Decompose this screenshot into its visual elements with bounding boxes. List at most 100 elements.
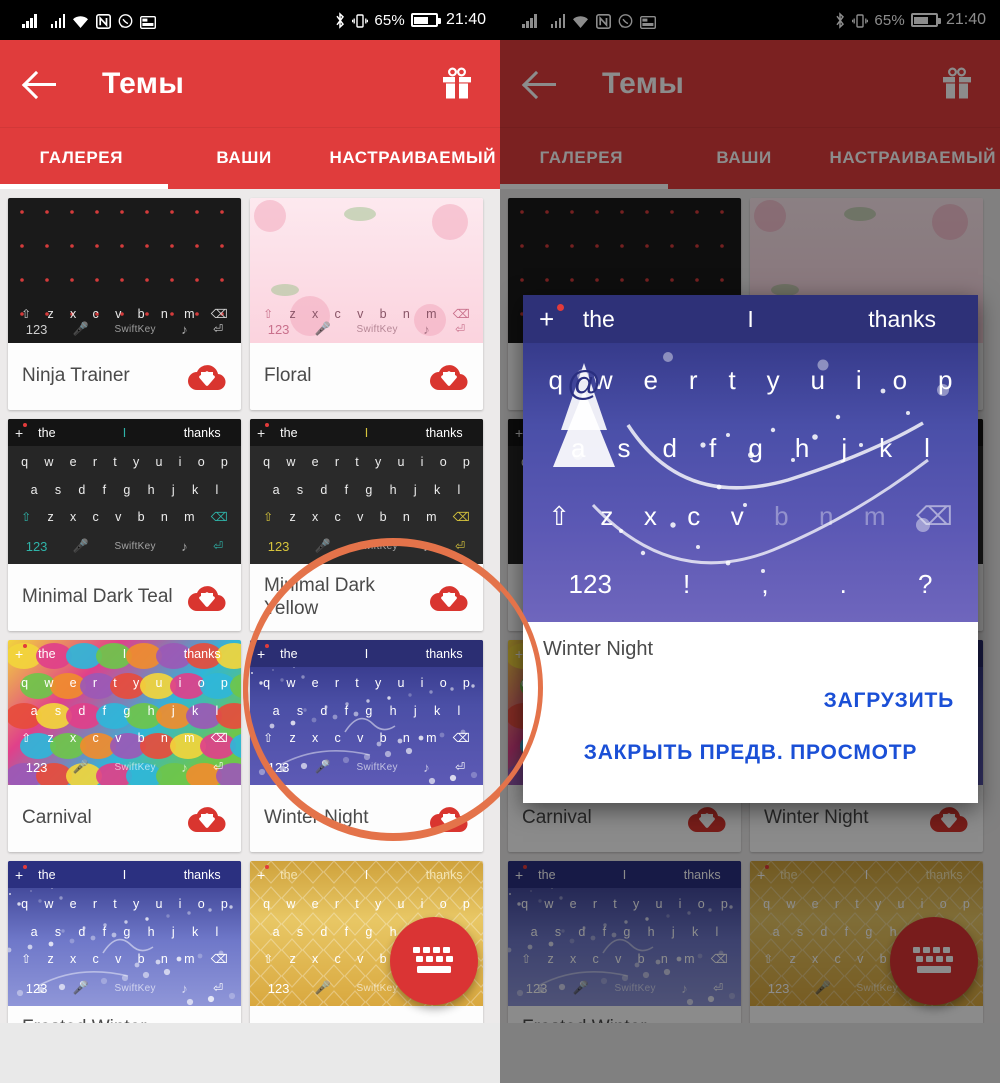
return-key: ⏎ bbox=[213, 760, 224, 775]
close-preview-button[interactable]: ЗАКРЫТЬ ПРЕДВ. ПРОСМОТР bbox=[543, 727, 958, 779]
key-l: l bbox=[215, 924, 219, 939]
suggestion-3[interactable]: thanks bbox=[405, 426, 483, 440]
tab-yours[interactable]: ВАШИ bbox=[163, 127, 326, 189]
key-q: q bbox=[21, 896, 29, 911]
theme-card[interactable]: + the I thanks qwer tyuiop a s d f g h j k l ⇧ z x… bbox=[8, 861, 241, 1023]
download-cloud-icon bbox=[188, 585, 226, 611]
suggestion-2[interactable]: I bbox=[86, 426, 164, 440]
suggestion-2[interactable]: I bbox=[328, 647, 406, 661]
tab-custom[interactable]: НАСТРАИВАЕМЫЙ bbox=[325, 127, 500, 189]
key-b: b bbox=[137, 510, 145, 525]
key-w: w bbox=[44, 454, 54, 469]
download-cloud-icon[interactable] bbox=[186, 582, 228, 614]
keyboard-row: qwer tyuiop bbox=[255, 897, 478, 911]
suggestion-3[interactable]: thanks bbox=[163, 426, 241, 440]
key-r: r bbox=[92, 454, 97, 469]
download-cloud-icon[interactable] bbox=[428, 803, 470, 835]
key-m: m bbox=[863, 500, 886, 531]
theme-preview[interactable]: ⇧ z x c v b n m ⌫ 123 🎤 SwiftKey ♪ ⏎ bbox=[8, 198, 241, 343]
key-z: z bbox=[47, 307, 54, 321]
notification-dot-icon bbox=[23, 865, 27, 869]
theme-card[interactable]: + the I thanks qwer tyuiop a s d f g h j k l ⇧ z x… bbox=[8, 640, 241, 852]
theme-card[interactable]: + the I thanks qwer tyuiop a s d f g h j k l ⇧ z x… bbox=[8, 419, 241, 631]
key-f: f bbox=[344, 482, 349, 497]
key-j: j bbox=[841, 433, 848, 464]
download-cloud-icon[interactable] bbox=[428, 582, 470, 614]
key-q: q bbox=[21, 675, 29, 690]
theme-card-footer: Minimal Dark Teal bbox=[8, 564, 241, 631]
suggestion-3[interactable]: thanks bbox=[405, 647, 483, 661]
emoji-key: ♪ bbox=[181, 980, 188, 996]
key-j: j bbox=[171, 703, 175, 718]
key-y: y bbox=[374, 454, 382, 469]
key-p: p bbox=[462, 675, 470, 690]
theme-card-footer: Ninja Trainer bbox=[8, 343, 241, 410]
suggestion-2[interactable]: I bbox=[328, 868, 406, 882]
theme-card[interactable]: ⇧ z x c v b n m ⌫ 123 🎤 SwiftKey ♪ ⏎ Floral bbox=[250, 198, 483, 410]
key-t: t bbox=[113, 454, 117, 469]
theme-preview[interactable]: + the I thanks qwer tyuiop a s d f g h j k l ⇧ z x… bbox=[8, 861, 241, 1006]
suggestion-2[interactable]: I bbox=[86, 647, 164, 661]
theme-preview[interactable]: ⇧ z x c v b n m ⌫ 123 🎤 SwiftKey ♪ ⏎ bbox=[250, 198, 483, 343]
keyboard-icon bbox=[413, 947, 453, 973]
suggestion-2[interactable]: I bbox=[86, 868, 164, 882]
theme-preview[interactable]: + the I thanks qwer tyuiop a s d f g h j k l ⇧ z x… bbox=[250, 640, 483, 785]
theme-card[interactable]: + the I thanks qwer tyuiop a s d f g h j k l ⇧ z x… bbox=[250, 419, 483, 631]
back-arrow-icon[interactable] bbox=[22, 64, 62, 104]
suggestion-2[interactable]: I bbox=[328, 426, 406, 440]
download-button[interactable]: ЗАГРУЗИТЬ bbox=[543, 675, 958, 727]
app-bar: Темы bbox=[0, 40, 500, 127]
theme-preview[interactable]: + the I thanks qwer tyuiop a s d f g h j k l ⇧ z x… bbox=[8, 640, 241, 785]
download-cloud-icon[interactable] bbox=[428, 361, 470, 393]
key-s: s bbox=[54, 703, 62, 718]
keyboard-fab-button[interactable] bbox=[390, 917, 478, 1005]
brand-label: SwiftKey bbox=[356, 540, 398, 552]
shift-key: ⇧ bbox=[21, 307, 32, 321]
theme-card-footer: Winter Night bbox=[250, 785, 483, 852]
theme-card[interactable]: ⇧ z x c v b n m ⌫ 123 🎤 SwiftKey ♪ ⏎ Ninja Tra… bbox=[8, 198, 241, 410]
suggestion-3[interactable]: thanks bbox=[163, 868, 241, 882]
theme-card[interactable]: + the I thanks qwer tyuiop a s d f g h j k l ⇧ z x… bbox=[250, 640, 483, 852]
mic-icon: 🎤 bbox=[72, 980, 90, 996]
key-o: o bbox=[439, 675, 447, 690]
emoji-key: ♪ bbox=[181, 759, 188, 775]
key-g: g bbox=[123, 703, 131, 718]
keyboard-row: ⇧ zxcvbnm ⌫ bbox=[255, 731, 478, 745]
key-n: n bbox=[402, 731, 410, 746]
delete-key: ⌫ bbox=[452, 731, 470, 746]
theme-preview[interactable]: + the I thanks qwer tyuiop a s d f g h j k l ⇧ z x… bbox=[8, 419, 241, 564]
brand-label: SwiftKey bbox=[114, 761, 156, 773]
suggestion-3[interactable]: thanks bbox=[826, 306, 978, 333]
theme-name: Minimal Dark Yellow bbox=[264, 575, 375, 619]
key-c: c bbox=[92, 731, 99, 746]
keyboard-row: ⇧ zxcvbnm ⌫ bbox=[255, 510, 478, 524]
keyboard-row: asdfghjkl bbox=[255, 704, 478, 718]
add-clip-icon: + bbox=[257, 645, 266, 662]
suggestion-bar: + the I thanks bbox=[250, 640, 483, 667]
download-cloud-icon[interactable] bbox=[186, 361, 228, 393]
theme-preview[interactable]: + the I thanks qwer tyuiop a s d f g h j k l ⇧ z x… bbox=[250, 419, 483, 564]
theme-name: Frosted Winter Night bbox=[22, 1017, 182, 1023]
delete-key: ⌫ bbox=[915, 500, 953, 531]
add-clip-icon: + bbox=[15, 645, 24, 662]
notification-dot-icon bbox=[265, 865, 269, 869]
keyboard-row: asdfghjkl bbox=[13, 483, 236, 497]
key-l: l bbox=[457, 703, 461, 718]
suggestion-3[interactable]: thanks bbox=[163, 647, 241, 661]
key-r: r bbox=[334, 454, 339, 469]
key-o: o bbox=[197, 896, 205, 911]
add-clip-icon: + bbox=[539, 304, 555, 334]
theme-grid-scroll[interactable]: ⇧ zxcvbnm ⌫ 123 🎤 SwiftKey ♪ ⏎ Ninja Tra… bbox=[0, 189, 500, 1023]
keyboard-row: ⇧ zxcvbnm ⌫ bbox=[255, 307, 478, 321]
emoji-key: ♪ bbox=[423, 321, 430, 337]
suggestion-3[interactable]: thanks bbox=[405, 868, 483, 882]
download-cloud-icon[interactable] bbox=[186, 803, 228, 835]
tab-gallery[interactable]: ГАЛЕРЕЯ bbox=[0, 127, 163, 189]
key-s: s bbox=[296, 924, 304, 939]
suggestion-2[interactable]: I bbox=[675, 306, 827, 333]
key-y: y bbox=[132, 454, 140, 469]
key-p: p bbox=[937, 365, 953, 396]
gift-icon[interactable] bbox=[440, 66, 474, 101]
key-o: o bbox=[439, 454, 447, 469]
notification-dot-icon bbox=[265, 644, 269, 648]
